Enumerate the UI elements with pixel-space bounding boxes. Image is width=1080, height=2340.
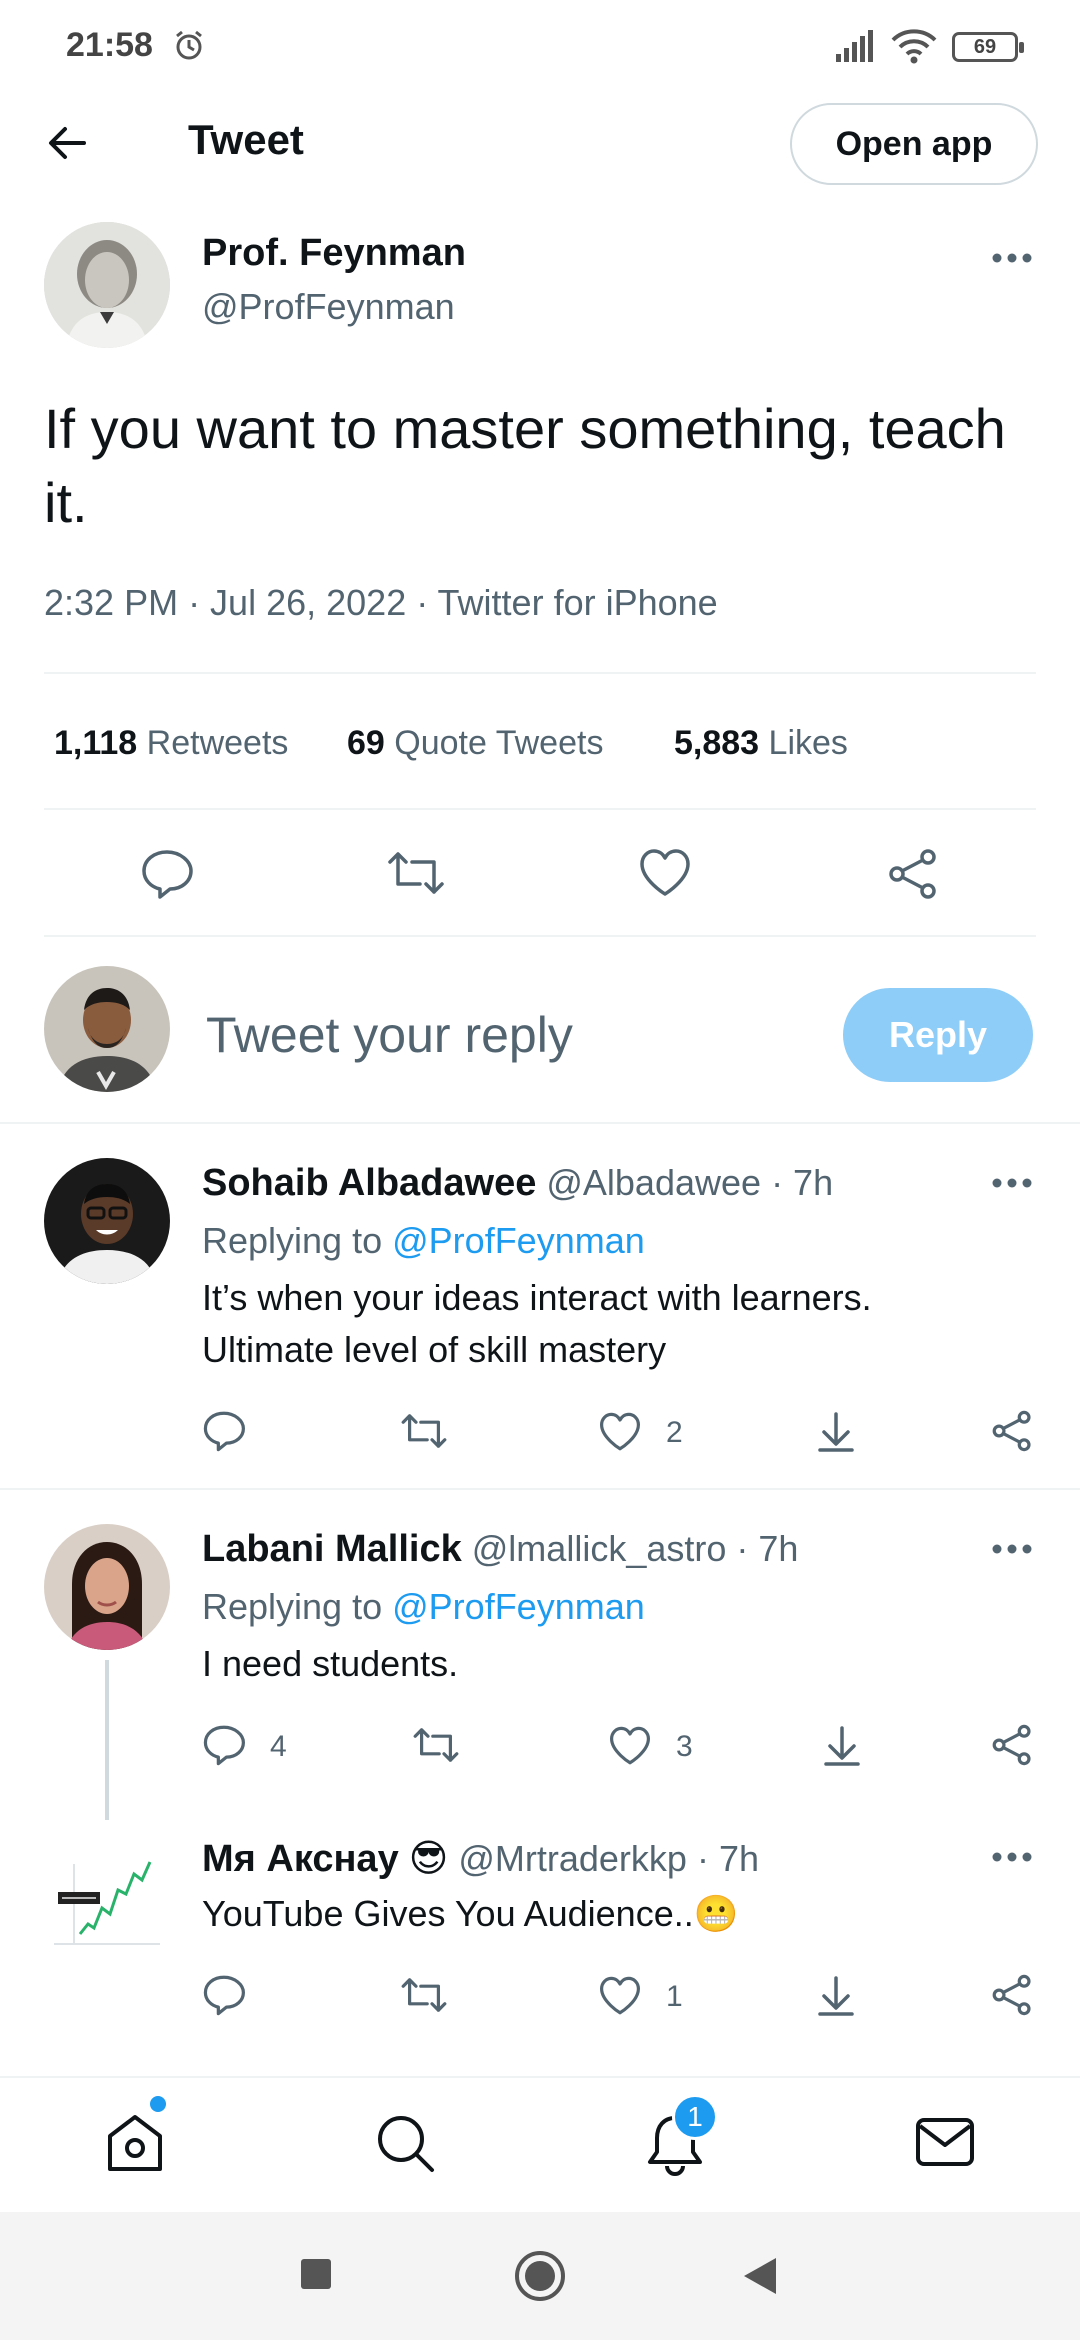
reply-author-name[interactable]: Мя Акснау	[202, 1838, 399, 1880]
grimacing-emoji: 😬	[693, 1893, 739, 1934]
share-icon[interactable]	[886, 848, 940, 900]
reply-button[interactable]: Reply	[843, 988, 1033, 1082]
reply-time: · 7h	[696, 1838, 760, 1879]
author-name[interactable]: Prof. Feynman	[202, 232, 466, 275]
status-time: 21:58	[66, 26, 153, 64]
alarm-icon	[172, 28, 206, 62]
share-icon[interactable]	[990, 1410, 1034, 1452]
more-options-icon[interactable]	[992, 252, 1032, 264]
notification-badge: 1	[672, 2094, 718, 2140]
download-icon[interactable]	[822, 1724, 862, 1768]
like-count: 2	[666, 1416, 683, 1449]
signal-icon	[834, 30, 876, 62]
reply-count: 4	[270, 1730, 287, 1763]
reply-author-handle[interactable]: @lmallick_astro	[472, 1528, 727, 1569]
like-icon[interactable]	[608, 1726, 652, 1766]
open-app-button[interactable]: Open app	[790, 103, 1038, 185]
reply-icon[interactable]	[202, 1974, 246, 2016]
reply-icon[interactable]	[202, 1724, 246, 1766]
reply-avatar[interactable]	[44, 1834, 170, 1960]
divider	[44, 672, 1036, 674]
retweets-stat[interactable]: 1,118 Retweets	[54, 724, 288, 763]
author-handle[interactable]: @ProfFeynman	[202, 286, 455, 328]
mention-link[interactable]: @ProfFeynman	[392, 1586, 645, 1627]
reply-author-handle[interactable]: @Albadawee	[546, 1162, 761, 1203]
tweet-text: If you want to master something, teach i…	[44, 397, 1006, 534]
divider	[44, 935, 1036, 937]
reply-avatar[interactable]	[44, 1524, 170, 1650]
reply-author-name[interactable]: Sohaib Albadawee	[202, 1162, 536, 1204]
reply-time: · 7h	[771, 1162, 834, 1203]
current-user-avatar	[44, 966, 170, 1092]
messages-envelope-icon[interactable]	[914, 2114, 976, 2170]
reply-author-name[interactable]: Labani Mallick	[202, 1528, 462, 1570]
battery-indicator: 69	[952, 32, 1024, 62]
search-icon[interactable]	[374, 2112, 436, 2174]
retweet-icon[interactable]	[400, 1975, 448, 2015]
retweet-icon[interactable]	[412, 1725, 460, 1765]
reply-icon[interactable]	[202, 1410, 246, 1452]
download-icon[interactable]	[816, 1410, 856, 1454]
back-arrow-icon[interactable]	[44, 120, 90, 166]
like-icon[interactable]	[598, 1976, 642, 2016]
like-icon[interactable]	[638, 848, 692, 898]
like-icon[interactable]	[598, 1412, 642, 1452]
reply-text: I need students.	[202, 1643, 459, 1684]
reply-icon[interactable]	[140, 848, 194, 900]
back-triangle-icon[interactable]	[742, 2256, 778, 2296]
share-icon[interactable]	[990, 1974, 1034, 2016]
thread-connector-line	[105, 1660, 109, 1820]
likes-stat[interactable]: 5,883 Likes	[674, 724, 848, 763]
reply-text: YouTube Gives You Audience..😬	[202, 1893, 739, 1934]
divider	[0, 1122, 1080, 1124]
like-count: 3	[676, 1730, 693, 1763]
download-icon[interactable]	[816, 1974, 856, 2018]
home-unread-dot	[150, 2096, 166, 2112]
home-icon[interactable]	[104, 2112, 166, 2174]
like-count: 1	[666, 1980, 683, 2013]
divider	[44, 808, 1036, 810]
more-options-icon[interactable]	[992, 1543, 1032, 1555]
status-bar: 21:58 69	[0, 0, 1080, 96]
mention-link[interactable]: @ProfFeynman	[392, 1220, 645, 1261]
retweet-icon[interactable]	[400, 1411, 448, 1451]
reply-input[interactable]: Tweet your reply	[206, 1006, 573, 1064]
page-title: Tweet	[188, 116, 304, 163]
replying-to: Replying to @ProfFeynman	[202, 1586, 645, 1627]
reply-text: It’s when your ideas interact with learn…	[202, 1277, 872, 1370]
reply-author-handle[interactable]: @Mrtraderkkp	[458, 1838, 687, 1879]
share-icon[interactable]	[990, 1724, 1034, 1766]
quote-tweets-stat[interactable]: 69 Quote Tweets	[347, 724, 603, 763]
reply-header: Sohaib Albadawee @Albadawee · 7h	[202, 1162, 833, 1205]
reply-header: Мя Акснау 😎 @Mrtraderkkp · 7h	[202, 1836, 759, 1881]
replying-to: Replying to @ProfFeynman	[202, 1220, 645, 1261]
author-avatar[interactable]	[44, 222, 170, 348]
reply-avatar[interactable]	[44, 1158, 170, 1284]
wifi-icon	[890, 28, 938, 64]
retweet-icon[interactable]	[386, 848, 446, 898]
more-options-icon[interactable]	[992, 1851, 1032, 1863]
more-options-icon[interactable]	[992, 1177, 1032, 1189]
reply-time: · 7h	[736, 1528, 799, 1569]
home-circle-icon[interactable]	[514, 2250, 566, 2302]
reply-header: Labani Mallick @lmallick_astro · 7h	[202, 1528, 798, 1571]
sunglasses-emoji: 😎	[408, 1838, 449, 1880]
divider	[0, 1488, 1080, 1490]
tweet-timestamp[interactable]: 2:32 PM · Jul 26, 2022 · Twitter for iPh…	[44, 582, 718, 624]
recents-square-icon[interactable]	[300, 2258, 332, 2290]
